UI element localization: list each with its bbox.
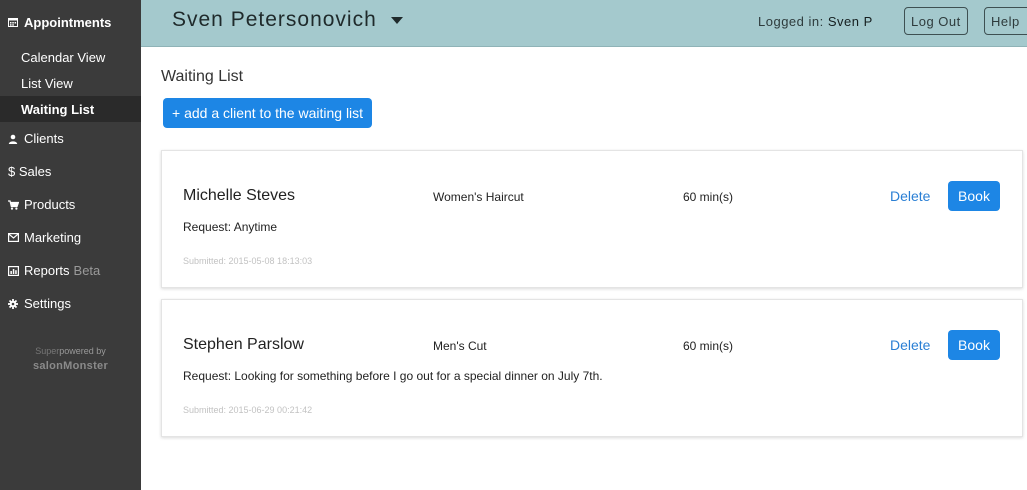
- sidebar: Appointments Calendar View List View Wai…: [0, 0, 141, 490]
- service-name: Women's Haircut: [433, 190, 524, 204]
- logout-button[interactable]: Log Out: [904, 7, 968, 35]
- powered-prefix: Super: [35, 346, 60, 356]
- brand-logo: salonMonster: [32, 360, 109, 372]
- waiting-list-entry: Michelle Steves Women's Haircut 60 min(s…: [161, 150, 1023, 288]
- submitted-timestamp: Submitted: 2015-06-29 00:21:42: [183, 405, 313, 415]
- request-text: Request: Anytime: [183, 220, 278, 234]
- logged-in-status: Logged in: Sven P: [758, 14, 873, 29]
- request-text: Request: Looking for something before I …: [183, 369, 603, 383]
- sidebar-item-label: Settings: [24, 296, 71, 311]
- logged-in-user: Sven P: [827, 14, 873, 29]
- service-name: Men's Cut: [433, 339, 487, 353]
- sidebar-item-label: $ Sales: [8, 164, 52, 179]
- service-duration: 60 min(s): [683, 339, 734, 353]
- sidebar-item-label: Reports: [24, 263, 70, 278]
- sidebar-item-sales[interactable]: $ Sales: [0, 155, 141, 188]
- delete-link[interactable]: Delete: [890, 188, 930, 204]
- bar-chart-icon: [8, 265, 22, 276]
- caret-down-icon: [390, 16, 403, 24]
- delete-link[interactable]: Delete: [890, 337, 930, 353]
- powered-suffix: powered by: [59, 346, 106, 356]
- sidebar-item-label: Clients: [24, 131, 64, 146]
- sidebar-item-settings[interactable]: Settings: [0, 287, 141, 320]
- book-button[interactable]: Book: [948, 181, 1000, 211]
- client-name: Stephen Parslow: [183, 336, 304, 353]
- sidebar-item-list-view[interactable]: List View: [0, 70, 141, 96]
- submitted-timestamp: Submitted: 2015-05-08 18:13:03: [183, 256, 313, 266]
- cart-icon: [8, 199, 22, 210]
- beta-badge: Beta: [73, 263, 101, 278]
- page-title: Waiting List: [161, 68, 244, 85]
- business-name: Sven Petersonovich: [172, 8, 377, 31]
- sidebar-item-waiting-list[interactable]: Waiting List: [0, 96, 141, 122]
- help-button[interactable]: Help: [984, 7, 1027, 35]
- envelope-icon: [8, 233, 22, 242]
- sidebar-item-clients[interactable]: Clients: [0, 122, 141, 155]
- logged-in-label: Logged in:: [758, 14, 824, 29]
- sidebar-item-reports[interactable]: Reports Beta: [0, 254, 141, 287]
- sidebar-item-label: Products: [24, 197, 76, 212]
- book-button[interactable]: Book: [948, 330, 1000, 360]
- sidebar-item-label: Marketing: [24, 230, 82, 245]
- sidebar-item-appointments[interactable]: Appointments: [0, 0, 141, 44]
- client-name: Michelle Steves: [183, 187, 296, 204]
- sidebar-item-calendar-view[interactable]: Calendar View: [0, 44, 141, 70]
- sidebar-item-products[interactable]: Products: [0, 188, 141, 221]
- sidebar-item-label: Appointments: [24, 14, 112, 30]
- gear-icon: [8, 298, 22, 309]
- service-duration: 60 min(s): [683, 190, 734, 204]
- waiting-list-entry: Stephen Parslow Men's Cut 60 min(s) Requ…: [161, 299, 1023, 437]
- business-selector[interactable]: Sven Petersonovich: [172, 8, 403, 32]
- sidebar-item-marketing[interactable]: Marketing: [0, 221, 141, 254]
- calendar-icon: [8, 17, 22, 27]
- add-client-to-waiting-list-button[interactable]: + add a client to the waiting list: [163, 98, 373, 128]
- top-header: Sven Petersonovich Logged in: Sven P Log…: [141, 0, 1027, 47]
- user-icon: [8, 134, 22, 144]
- powered-by: Superpowered by salonMonster: [0, 346, 141, 372]
